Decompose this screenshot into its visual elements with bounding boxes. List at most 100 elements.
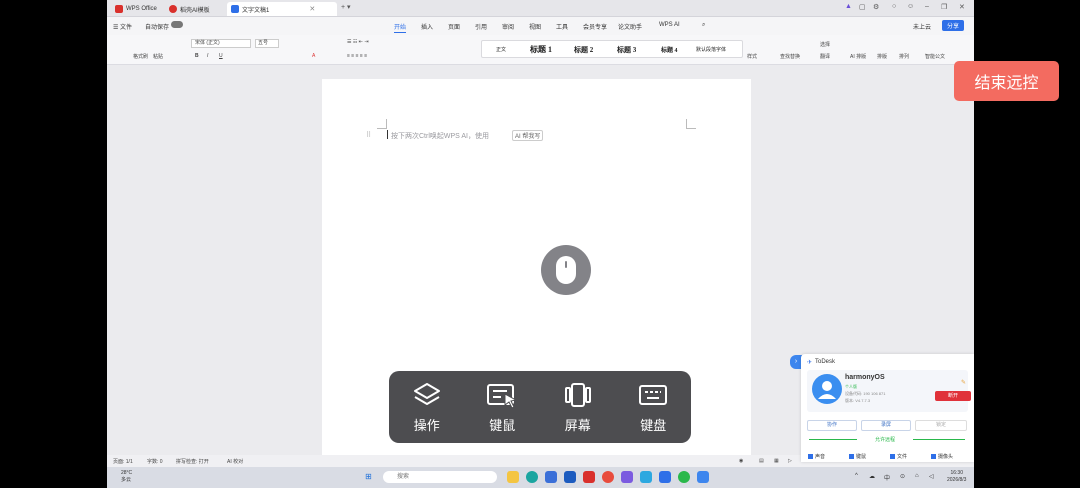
app-icon[interactable] — [545, 471, 557, 483]
wps-logo-icon — [115, 5, 123, 13]
tray-chevron-icon[interactable]: ^ — [855, 473, 858, 479]
camera-checkbox[interactable]: 摄像头 — [931, 453, 953, 460]
align-icon[interactable]: ≡ ≡ ≡ ≡ ≡ — [347, 53, 367, 59]
lock-button[interactable]: 锁定 — [915, 420, 967, 431]
autosave-toggle[interactable] — [171, 21, 183, 28]
keyboard-button[interactable]: 键盘 — [616, 371, 692, 443]
underline-button[interactable]: U — [219, 53, 223, 59]
weather-widget[interactable]: 28°C 多云 — [121, 470, 132, 484]
menu-home[interactable]: 开始 — [394, 22, 407, 33]
taskbar-search[interactable]: 搜索 — [383, 471, 497, 483]
style-default-font[interactable]: 默认段落字体 — [696, 46, 726, 53]
sort-button[interactable]: 排列 — [899, 53, 909, 60]
menu-wps-ai[interactable]: WPS AI — [659, 22, 680, 28]
spell-check[interactable]: 拼写检查: 打开 — [176, 458, 209, 465]
style-normal[interactable]: 正文 — [496, 46, 506, 53]
operate-button[interactable]: 操作 — [389, 371, 465, 443]
end-remote-button[interactable]: 结束远控 — [954, 61, 1059, 101]
ai-app-icon[interactable] — [621, 471, 633, 483]
sound-checkbox[interactable]: 声音 — [808, 453, 825, 460]
tray-icon[interactable]: ☁ — [869, 473, 875, 480]
settings-icon[interactable]: ⚙ — [873, 3, 879, 11]
edge-icon[interactable] — [526, 471, 538, 483]
remote-control-panel: 操作 键鼠 屏幕 键盘 — [389, 371, 691, 443]
list-icon[interactable]: ☰ ☷ ⇤ ⇥ — [347, 39, 369, 45]
ai-write-chip[interactable]: AI 帮我写 — [512, 130, 544, 141]
cloud-status[interactable]: 未上云 — [913, 22, 931, 31]
share-button[interactable]: 分享 — [942, 20, 965, 31]
tab-wps-office[interactable]: WPS Office — [111, 2, 161, 16]
wps-taskbar-icon[interactable] — [583, 471, 595, 483]
select-button[interactable]: 选择 — [820, 41, 830, 48]
menu-reference[interactable]: 引用 — [475, 22, 487, 31]
window-icon[interactable]: ▢ — [859, 3, 866, 11]
network-icon[interactable]: ⌂ — [915, 473, 919, 479]
record-button[interactable]: 录屏 — [861, 420, 911, 431]
mouse-mode-button[interactable] — [541, 245, 591, 295]
style-heading4[interactable]: 标题 4 — [661, 45, 678, 54]
wechat-icon[interactable] — [678, 471, 690, 483]
translate-button[interactable]: 翻译 — [820, 53, 830, 60]
paste-button[interactable]: 粘贴 — [153, 53, 163, 60]
word-count[interactable]: 字数: 0 — [147, 458, 163, 465]
menu-tools[interactable]: 工具 — [556, 22, 568, 31]
play-icon[interactable]: ▷ — [788, 458, 792, 464]
style-heading3[interactable]: 标题 3 — [617, 45, 636, 55]
close-window-icon[interactable]: ✕ — [959, 3, 965, 11]
find-replace-button[interactable]: 查找替换 — [780, 53, 800, 60]
app-icon[interactable] — [659, 471, 671, 483]
tab-ai-template[interactable]: 稻壳AI模板 — [165, 2, 214, 16]
style-button[interactable]: 样式 — [747, 53, 757, 60]
taskbar-clock[interactable]: 16:30 2026/8/3 — [947, 470, 966, 484]
bold-button[interactable]: B — [195, 53, 199, 59]
keyboard-mouse-button[interactable]: 键鼠 — [465, 371, 541, 443]
font-name-select[interactable]: 宋体 (正文) — [191, 39, 251, 48]
page-count[interactable]: 页面: 1/1 — [113, 458, 133, 465]
minimize-icon[interactable]: – — [925, 3, 929, 10]
windows-start-icon[interactable]: ⊞ — [365, 472, 372, 481]
tray-icon[interactable]: ⊙ — [900, 473, 905, 480]
skin-icon[interactable]: ☺ — [907, 3, 914, 10]
eye-icon[interactable]: ◉ — [739, 458, 743, 464]
ai-layout-button[interactable]: AI 排版 — [850, 53, 866, 60]
new-tab-icon[interactable]: + ▾ — [341, 3, 351, 11]
file-explorer-icon[interactable] — [507, 471, 519, 483]
keymouse-checkbox[interactable]: 键鼠 — [849, 453, 866, 460]
todesk-taskbar-icon[interactable] — [697, 471, 709, 483]
menu-file[interactable]: ☰ 文件 — [113, 22, 132, 31]
search-icon[interactable]: ⌕ — [702, 22, 705, 29]
font-color-button[interactable]: A — [312, 53, 315, 59]
font-size-select[interactable]: 五号 — [255, 39, 279, 48]
ai-check[interactable]: AI 校对 — [227, 458, 243, 465]
italic-button[interactable]: I — [207, 53, 208, 59]
menu-view[interactable]: 视图 — [529, 22, 541, 31]
volume-icon[interactable]: ◁ — [929, 473, 934, 480]
app-icon[interactable] — [564, 471, 576, 483]
menu-paper[interactable]: 论文助手 — [618, 22, 642, 31]
style-heading1[interactable]: 标题 1 — [530, 44, 552, 55]
ime-indicator[interactable]: 中 — [884, 473, 890, 482]
close-tab-icon[interactable]: ✕ — [309, 5, 315, 13]
restore-icon[interactable]: ❐ — [941, 3, 947, 11]
file-checkbox[interactable]: 文件 — [890, 453, 907, 460]
style-heading2[interactable]: 标题 2 — [574, 45, 593, 55]
menu-insert[interactable]: 插入 — [421, 22, 433, 31]
menu-member[interactable]: 会员专享 — [583, 22, 607, 31]
chrome-icon[interactable] — [602, 471, 614, 483]
edit-icon[interactable]: ✎ — [961, 379, 966, 386]
tab-document[interactable]: 文字文稿1 ✕ — [227, 2, 337, 16]
smart-doc-button[interactable]: 智能公文 — [925, 53, 945, 60]
disconnect-button[interactable]: 断开 — [935, 391, 971, 401]
menu-review[interactable]: 审阅 — [502, 22, 514, 31]
app-icon[interactable] — [640, 471, 652, 483]
format-painter-button[interactable]: 格式刷 — [133, 53, 148, 60]
screen-button[interactable]: 屏幕 — [540, 371, 616, 443]
collab-button[interactable]: 协作 — [807, 420, 857, 431]
layout-button[interactable]: 排版 — [877, 53, 887, 60]
user-icon[interactable]: ○ — [892, 3, 896, 10]
menu-page[interactable]: 页面 — [448, 22, 460, 31]
web-view-icon[interactable]: ▦ — [774, 458, 779, 464]
page-view-icon[interactable]: ▤ — [759, 458, 764, 464]
drag-handle-icon[interactable]: ⠿ — [366, 131, 371, 139]
ai-icon[interactable]: ▲ — [845, 3, 852, 10]
